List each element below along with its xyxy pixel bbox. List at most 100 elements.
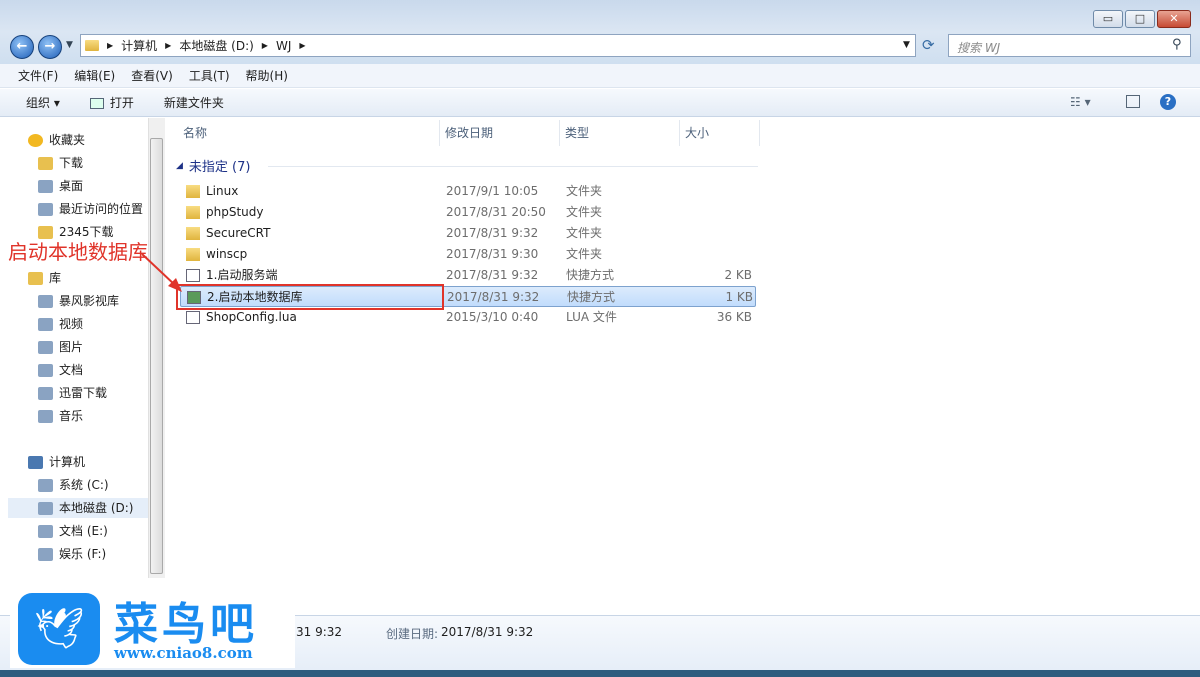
breadcrumb-wj[interactable]: WJ bbox=[276, 39, 291, 53]
nav-item[interactable]: 图片 bbox=[38, 337, 83, 357]
open-button[interactable]: 打开 bbox=[89, 94, 134, 111]
file-type: 文件夹 bbox=[566, 205, 603, 219]
details-created-label: 创建日期: bbox=[386, 627, 439, 641]
folder-icon bbox=[186, 227, 200, 240]
details-modified: 31 9:32 bbox=[296, 625, 343, 639]
watermark-name: 菜鸟吧 bbox=[114, 599, 258, 650]
nav-item-label: 音乐 bbox=[59, 409, 84, 423]
preview-pane-icon[interactable] bbox=[1126, 95, 1140, 108]
nav-item[interactable]: 文档 (E:) bbox=[38, 521, 108, 541]
nav-item-label: 桌面 bbox=[59, 179, 84, 193]
folder-icon bbox=[186, 185, 200, 198]
nav-item[interactable]: 系统 (C:) bbox=[38, 475, 109, 495]
nav-item-label: 暴风影视库 bbox=[59, 294, 120, 308]
search-input[interactable]: 搜索 WJ bbox=[948, 34, 1191, 57]
folder-icon bbox=[85, 40, 99, 51]
nav-item[interactable]: 收藏夹 bbox=[28, 130, 85, 150]
nav-item[interactable]: 最近访问的位置 bbox=[38, 199, 143, 219]
open-icon bbox=[89, 98, 104, 109]
breadcrumb-drive-d[interactable]: 本地磁盘 (D:) bbox=[179, 37, 253, 54]
nav-item-label: 系统 (C:) bbox=[59, 478, 109, 492]
annotation-label: 启动本地数据库 bbox=[8, 240, 148, 264]
column-header-date[interactable]: 修改日期 bbox=[440, 120, 560, 146]
view-options-icon[interactable]: ☷ ▾ bbox=[1070, 95, 1091, 109]
nav-item[interactable]: 计算机 bbox=[28, 452, 85, 472]
file-type: 文件夹 bbox=[566, 247, 603, 261]
file-type: 文件夹 bbox=[566, 226, 603, 240]
minimize-button[interactable]: ▭ bbox=[1093, 10, 1123, 28]
file-name: Linux bbox=[206, 184, 239, 198]
desktop-icon bbox=[38, 179, 53, 193]
recent-icon bbox=[38, 202, 53, 216]
nav-item-label: 库 bbox=[49, 271, 62, 285]
organize-button[interactable]: 组织 ▾ bbox=[26, 94, 60, 111]
address-dropdown[interactable]: ▼ bbox=[903, 40, 910, 50]
file-size: 1 KB bbox=[725, 290, 753, 304]
nav-item[interactable]: 娱乐 (F:) bbox=[38, 544, 106, 564]
picture-icon bbox=[38, 340, 53, 354]
column-header-size[interactable]: 大小 bbox=[680, 120, 760, 146]
nav-item-label: 下载 bbox=[59, 156, 84, 170]
nav-scrollbar-thumb[interactable] bbox=[150, 138, 163, 574]
group-header[interactable]: ◢ 未指定 (7) bbox=[176, 156, 250, 175]
column-header-name[interactable]: 名称 bbox=[178, 120, 440, 146]
command-bar: 组织 ▾ 打开 新建文件夹 bbox=[0, 89, 1200, 117]
nav-item[interactable]: 文档 bbox=[38, 360, 83, 380]
file-type: LUA 文件 bbox=[566, 310, 617, 324]
nav-item[interactable]: 视频 bbox=[38, 314, 83, 334]
recent-pages-dropdown[interactable]: ▼ bbox=[66, 40, 73, 50]
nav-item-label: 图片 bbox=[59, 340, 84, 354]
file-row[interactable]: ShopConfig.lua 2015/3/10 0:40 LUA 文件 36 KB bbox=[180, 307, 756, 328]
address-bar[interactable]: ▶ 计算机 ▶ 本地磁盘 (D:) ▶ WJ ▶ bbox=[80, 34, 916, 57]
file-name: 1.启动服务端 bbox=[206, 268, 278, 282]
menu-edit[interactable]: 编辑(E) bbox=[74, 67, 115, 84]
watermark-logo: 🕊 菜鸟吧 www.cniao8.com bbox=[10, 588, 295, 668]
menu-tools[interactable]: 工具(T) bbox=[189, 67, 230, 84]
file-name: winscp bbox=[206, 247, 248, 261]
menu-help[interactable]: 帮助(H) bbox=[246, 67, 288, 84]
navigation-pane: 收藏夹 下载 桌面 最近访问的位置 2345下载库暴风影视库 视频 图片 文档 迅雷下载 音乐 计算… bbox=[0, 118, 148, 588]
breadcrumb-computer[interactable]: 计算机 bbox=[121, 37, 157, 54]
file-row[interactable]: winscp 2017/8/31 9:30 文件夹 bbox=[180, 244, 756, 265]
help-icon[interactable]: ? bbox=[1160, 94, 1176, 110]
file-row[interactable]: Linux 2017/9/1 10:05 文件夹 bbox=[180, 181, 756, 202]
file-row[interactable]: SecureCRT 2017/8/31 9:32 文件夹 bbox=[180, 223, 756, 244]
nav-item[interactable]: 下载 bbox=[38, 153, 83, 173]
menu-file[interactable]: 文件(F) bbox=[18, 67, 58, 84]
file-row[interactable]: phpStudy 2017/8/31 20:50 文件夹 bbox=[180, 202, 756, 223]
search-icon[interactable]: ⚲ bbox=[1172, 37, 1182, 52]
video-library-icon bbox=[38, 294, 53, 308]
library-icon bbox=[28, 271, 43, 285]
video-icon bbox=[38, 317, 53, 331]
close-button[interactable]: ✕ bbox=[1157, 10, 1191, 28]
maximize-button[interactable]: □ bbox=[1125, 10, 1155, 28]
file-date: 2015/3/10 0:40 bbox=[446, 310, 539, 324]
music-icon bbox=[38, 409, 53, 423]
file-name: SecureCRT bbox=[206, 226, 271, 240]
file-size: 2 KB bbox=[724, 268, 752, 282]
menu-view[interactable]: 查看(V) bbox=[131, 67, 173, 84]
nav-item[interactable]: 迅雷下载 bbox=[38, 383, 107, 403]
nav-item-label: 收藏夹 bbox=[49, 133, 86, 147]
file-row[interactable]: 1.启动服务端 2017/8/31 9:32 快捷方式 2 KB bbox=[180, 265, 756, 286]
refresh-icon[interactable]: ⟳ bbox=[922, 36, 935, 54]
nav-item-label: 本地磁盘 (D:) bbox=[59, 501, 134, 515]
file-date: 2017/8/31 9:32 bbox=[446, 226, 539, 240]
new-folder-button[interactable]: 新建文件夹 bbox=[164, 94, 224, 111]
forward-button[interactable]: → bbox=[38, 35, 62, 59]
file-date: 2017/8/31 9:30 bbox=[446, 247, 539, 261]
watermark-url: www.cniao8.com bbox=[114, 644, 253, 662]
nav-item[interactable]: 音乐 bbox=[38, 406, 83, 426]
column-header-type[interactable]: 类型 bbox=[560, 120, 680, 146]
nav-item[interactable]: 本地磁盘 (D:) bbox=[8, 498, 148, 518]
file-name: ShopConfig.lua bbox=[206, 310, 297, 324]
drive-icon bbox=[38, 547, 53, 561]
download-folder-icon bbox=[38, 156, 53, 170]
nav-item[interactable]: 暴风影视库 bbox=[38, 291, 119, 311]
back-button[interactable]: ← bbox=[10, 35, 34, 59]
folder-icon bbox=[186, 206, 200, 219]
bird-icon: 🕊 bbox=[18, 593, 100, 665]
nav-item[interactable]: 库 bbox=[28, 268, 61, 288]
nav-item[interactable]: 桌面 bbox=[38, 176, 83, 196]
file-type: 文件夹 bbox=[566, 184, 603, 198]
